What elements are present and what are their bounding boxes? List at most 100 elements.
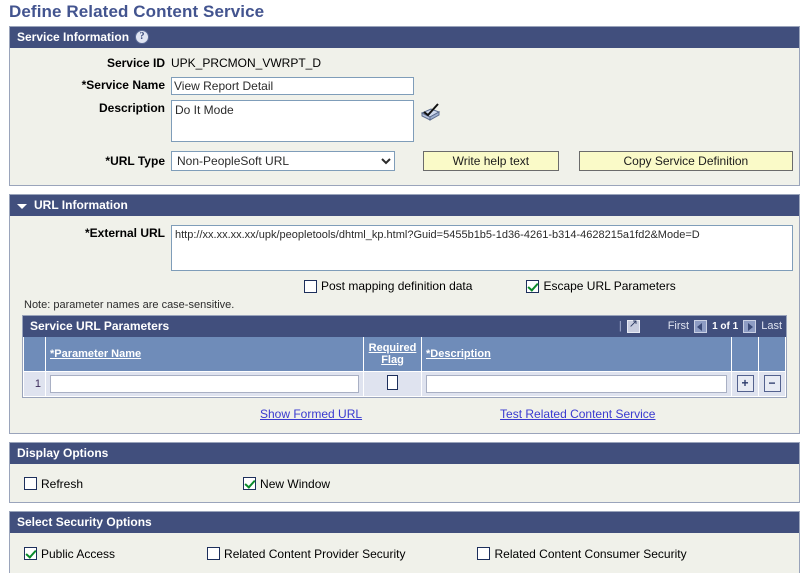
question-mark-icon[interactable]: ?	[135, 30, 150, 44]
page-title: Define Related Content Service	[9, 2, 265, 21]
case-sensitive-note: Note: parameter names are case-sensitive…	[24, 299, 235, 311]
related-content-consumer-security-label: Related Content Consumer Security	[494, 546, 687, 561]
required-flag-checkbox[interactable]	[387, 374, 398, 390]
display-options-group: Display Options Refresh New Window	[9, 441, 800, 503]
description-header: *Description	[421, 337, 732, 372]
chevron-left-icon[interactable]	[694, 319, 708, 333]
checkbox-box[interactable]	[526, 279, 540, 293]
service-name-row: *Service Name	[16, 77, 793, 95]
post-mapping-definition-data-checkbox[interactable]: Post mapping definition data	[304, 279, 472, 293]
grid-last-link[interactable]: Last	[761, 320, 782, 332]
refresh-checkbox[interactable]: Refresh	[24, 477, 83, 491]
grid-page-counter: 1 of 1	[712, 320, 739, 332]
triangle-down-icon[interactable]	[17, 203, 27, 209]
copy-service-definition-button[interactable]: Copy Service Definition	[578, 151, 793, 171]
service-id-row: Service ID UPK_PRCMON_VWRPT_D	[16, 55, 793, 72]
checkbox-box[interactable]	[304, 279, 317, 293]
post-mapping-definition-data-label: Post mapping definition data	[321, 279, 473, 293]
related-content-provider-security-label: Related Content Provider Security	[224, 546, 406, 561]
action-links-row: Show Formed URL Test Related Content Ser…	[16, 407, 793, 421]
parameter-name-input[interactable]	[50, 374, 359, 393]
display-options-row: Refresh New Window	[10, 464, 799, 502]
page-root: Define Related Content Service Service I…	[0, 0, 807, 573]
parameter-description-input[interactable]	[426, 374, 727, 393]
row-number: 1	[23, 370, 46, 397]
required-flag-cell	[363, 370, 422, 397]
related-content-consumer-security-checkbox[interactable]: Related Content Consumer Security	[477, 546, 687, 561]
url-type-select[interactable]: Non-PeopleSoft URL	[171, 151, 395, 171]
delete-row-button[interactable]: −	[763, 375, 781, 392]
checkbox-box[interactable]	[243, 477, 257, 490]
service-information-group: Service Information ? Service ID UPK_PRC…	[9, 26, 800, 186]
parameter-name-header: *Parameter Name	[45, 337, 364, 372]
display-options-header-label: Display Options	[17, 445, 109, 460]
url-type-label: *URL Type	[105, 153, 165, 168]
escape-url-parameters-checkbox[interactable]: Escape URL Parameters	[526, 279, 676, 293]
show-formed-url-link[interactable]: Show Formed URL	[260, 407, 362, 421]
url-information-header[interactable]: URL Information	[10, 195, 799, 216]
url-information-header-label: URL Information	[34, 198, 128, 212]
service-id-value: UPK_PRCMON_VWRPT_D	[171, 56, 322, 70]
security-options-body: Public Access Related Content Provider S…	[10, 532, 799, 573]
grid-divider: |	[618, 320, 622, 332]
grid-header-row: *Parameter Name Required Flag *Descripti…	[23, 337, 786, 372]
description-textarea[interactable]: Do It Mode	[171, 100, 414, 142]
security-options-header: Select Security Options	[10, 511, 799, 533]
table-row: 1 + −	[23, 370, 786, 397]
new-window-label: New Window	[260, 476, 331, 491]
service-id-label: Service ID	[106, 56, 165, 70]
external-url-label: *External URL	[84, 226, 165, 240]
service-information-header: Service Information ?	[10, 27, 799, 48]
parameter-name-header-link[interactable]: *Parameter Name	[50, 348, 141, 360]
url-information-group: URL Information *External URL http://xx.…	[9, 194, 800, 434]
description-header-link[interactable]: *Description	[426, 348, 491, 360]
external-url-textarea[interactable]: http://xx.xx.xx.xx/upk/peopletools/dhtml…	[171, 225, 793, 271]
security-options-header-label: Select Security Options	[17, 514, 152, 529]
grid-title-label: Service URL Parameters	[30, 319, 170, 333]
service-information-header-label: Service Information	[17, 30, 130, 44]
required-flag-header-link[interactable]: Required Flag	[369, 342, 417, 366]
escape-url-parameters-label: Escape URL Parameters	[543, 279, 676, 293]
grid-title-bar: Service URL Parameters | First 1 of 1 La…	[23, 316, 786, 337]
write-help-text-button[interactable]: Write help text	[423, 151, 559, 171]
delete-row-cell: −	[758, 370, 786, 397]
add-row-cell: +	[731, 370, 759, 397]
security-options-group: Select Security Options Public Access Re…	[9, 510, 800, 573]
checkbox-box[interactable]	[24, 547, 37, 560]
public-access-checkbox[interactable]: Public Access	[24, 547, 115, 561]
description-label: Description	[98, 101, 165, 115]
display-options-header: Display Options	[10, 442, 799, 464]
spell-check-icon[interactable]	[420, 102, 442, 125]
url-information-body: *External URL http://xx.xx.xx.xx/upk/peo…	[10, 216, 799, 433]
security-options-row: Public Access Related Content Provider S…	[10, 533, 799, 573]
service-name-label: *Service Name	[81, 78, 165, 92]
service-url-parameters-grid: Service URL Parameters | First 1 of 1 La…	[22, 315, 787, 398]
delete-row-header	[758, 337, 786, 372]
grid-table: *Parameter Name Required Flag *Descripti…	[23, 337, 786, 397]
public-access-label: Public Access	[41, 546, 116, 561]
checkbox-box[interactable]	[207, 547, 221, 560]
refresh-label: Refresh	[41, 476, 84, 491]
service-information-body: Service ID UPK_PRCMON_VWRPT_D *Service N…	[10, 48, 799, 185]
display-options-body: Refresh New Window	[10, 463, 799, 502]
checkbox-box[interactable]	[477, 547, 491, 560]
related-content-provider-security-checkbox[interactable]: Related Content Provider Security	[207, 547, 405, 561]
external-url-row: *External URL http://xx.xx.xx.xx/upk/peo…	[16, 225, 793, 271]
new-window-checkbox[interactable]: New Window	[243, 477, 330, 491]
description-row: Description Do It Mode	[16, 100, 793, 142]
expand-grid-icon[interactable]	[626, 318, 640, 333]
add-row-button[interactable]: +	[736, 375, 754, 392]
required-flag-header: Required Flag	[363, 337, 422, 372]
checkbox-box[interactable]	[24, 477, 37, 490]
parameter-name-cell	[45, 370, 364, 397]
grid-first-link[interactable]: First	[668, 320, 689, 332]
service-name-input[interactable]	[171, 77, 414, 95]
add-row-header	[731, 337, 759, 372]
chevron-right-icon[interactable]	[743, 319, 757, 333]
grid-rownum-header	[23, 337, 46, 372]
grid-navigation: | First 1 of 1 Last	[618, 318, 782, 333]
description-cell	[421, 370, 732, 397]
test-related-content-service-link[interactable]: Test Related Content Service	[500, 407, 655, 421]
url-type-row: *URL Type Non-PeopleSoft URL Write help …	[16, 151, 793, 171]
url-checkbox-row: Post mapping definition data Escape URL …	[16, 279, 793, 293]
